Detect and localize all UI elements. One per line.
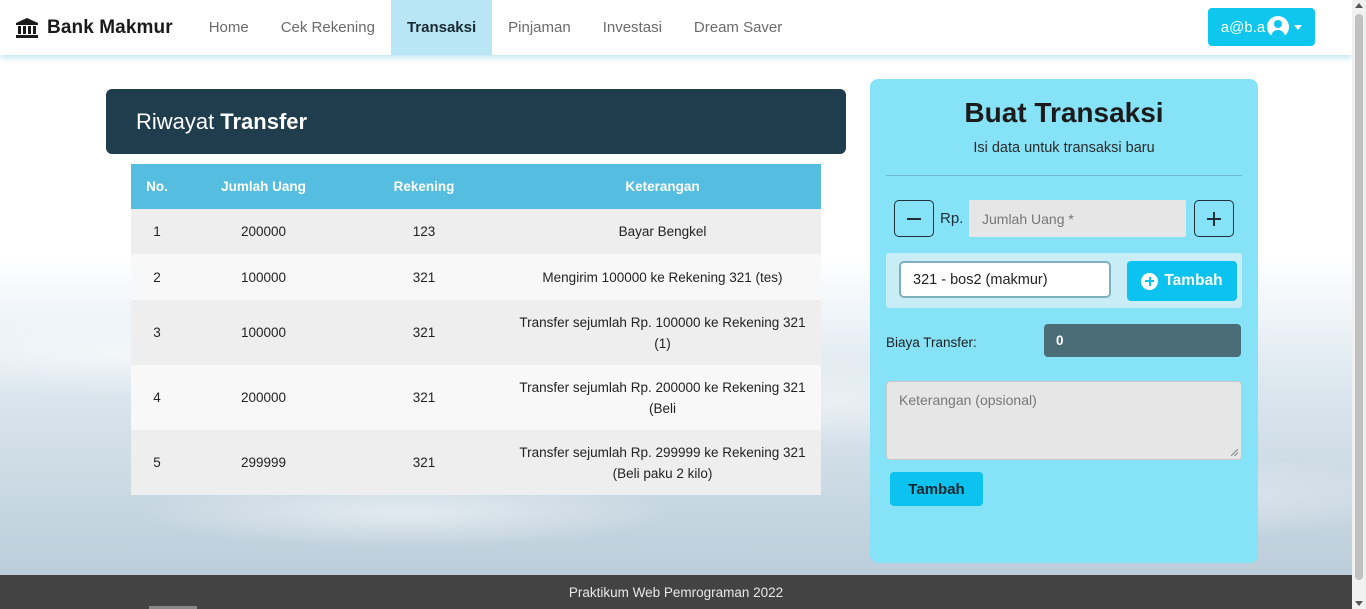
account-selected-value: 321 - bos2 (makmur) — [913, 271, 1048, 288]
resize-handle-icon[interactable] — [1231, 449, 1238, 456]
plus-circle-icon — [1141, 272, 1159, 290]
scroll-up-icon[interactable] — [1355, 3, 1363, 8]
user-email: a@b.a — [1220, 18, 1266, 36]
table-row: 1 200000 123 Bayar Bengkel — [131, 209, 821, 254]
submit-transaction-button[interactable]: Tambah — [890, 472, 983, 506]
cell-account: 123 — [344, 209, 504, 254]
cell-no: 3 — [131, 300, 183, 365]
cell-no: 2 — [131, 254, 183, 300]
transfer-history-table: No. Jumlah Uang Rekening Keterangan 1 20… — [131, 164, 821, 495]
cell-amount: 100000 — [183, 300, 344, 365]
cell-note: Transfer sejumlah Rp. 100000 ke Rekening… — [504, 300, 821, 365]
main-nav: Home Cek Rekening Transaksi Pinjaman Inv… — [193, 0, 799, 55]
add-account-label: Tambah — [1164, 272, 1223, 289]
nav-item-dream-saver[interactable]: Dream Saver — [678, 0, 798, 55]
decrease-amount-button[interactable] — [894, 200, 934, 237]
table-row: 2 100000 321 Mengirim 100000 ke Rekening… — [131, 254, 821, 300]
note-placeholder: Keterangan (opsional) — [899, 392, 1037, 408]
cell-amount: 100000 — [183, 254, 344, 300]
cell-account: 321 — [344, 300, 504, 365]
increase-amount-button[interactable] — [1194, 200, 1234, 237]
plus-icon-vertical — [1213, 211, 1215, 226]
amount-placeholder: Jumlah Uang * — [982, 210, 1074, 227]
brand[interactable]: Bank Makmur — [16, 0, 173, 55]
currency-label: Rp. — [940, 210, 964, 227]
table-row: 4 200000 321 Transfer sejumlah Rp. 20000… — [131, 365, 821, 430]
chevron-down-icon — [1294, 24, 1303, 30]
cell-no: 4 — [131, 365, 183, 430]
cell-no: 5 — [131, 430, 183, 495]
cell-account: 321 — [344, 365, 504, 430]
history-title-light: Riwayat — [136, 108, 215, 134]
column-header-no: No. — [131, 164, 183, 209]
cell-account: 321 — [344, 254, 504, 300]
history-header: Riwayat Transfer — [106, 89, 846, 154]
history-title-bold: Transfer — [220, 108, 308, 134]
cell-no: 1 — [131, 209, 183, 254]
user-menu-button[interactable]: a@b.a — [1208, 8, 1315, 46]
cell-note: Transfer sejumlah Rp. 200000 ke Rekening… — [504, 365, 821, 430]
submit-label: Tambah — [908, 480, 965, 498]
brand-name: Bank Makmur — [47, 16, 173, 38]
cell-note: Transfer sejumlah Rp. 299999 ke Rekening… — [504, 430, 821, 495]
table-row: 5 299999 321 Transfer sejumlah Rp. 29999… — [131, 430, 821, 495]
cell-amount: 299999 — [183, 430, 344, 495]
form-subtitle: Isi data untuk transaksi baru — [973, 140, 1155, 156]
account-select[interactable]: 321 - bos2 (makmur) — [899, 261, 1111, 298]
cell-amount: 200000 — [183, 365, 344, 430]
form-divider — [886, 175, 1242, 176]
fee-label: Biaya Transfer: — [886, 335, 977, 350]
minus-icon — [907, 217, 921, 220]
user-circle-icon — [1267, 16, 1290, 38]
table-row: 3 100000 321 Transfer sejumlah Rp. 10000… — [131, 300, 821, 365]
column-header-amount: Jumlah Uang — [183, 164, 344, 209]
cell-note: Bayar Bengkel — [504, 209, 821, 254]
scroll-down-icon[interactable] — [1355, 601, 1363, 606]
nav-item-investasi[interactable]: Investasi — [587, 0, 678, 55]
amount-input[interactable]: Jumlah Uang * — [969, 200, 1186, 237]
add-account-button[interactable]: Tambah — [1127, 261, 1237, 301]
column-header-account: Rekening — [344, 164, 504, 209]
account-select-row: 321 - bos2 (makmur) Tambah — [886, 253, 1242, 308]
bank-icon — [16, 17, 38, 38]
cell-amount: 200000 — [183, 209, 344, 254]
table-header-row: No. Jumlah Uang Rekening Keterangan — [131, 164, 821, 209]
nav-item-transaksi[interactable]: Transaksi — [390, 0, 493, 55]
footer: Praktikum Web Pemrograman 2022 — [0, 575, 1352, 609]
fee-value-text: 0 — [1056, 333, 1064, 348]
scroll-thumb[interactable] — [1355, 14, 1363, 580]
navbar: Bank Makmur Home Cek Rekening Transaksi … — [0, 0, 1352, 55]
column-header-note: Keterangan — [504, 164, 821, 209]
form-title: Buat Transaksi — [964, 97, 1164, 128]
page-scrollbar[interactable] — [1352, 0, 1366, 609]
fee-value: 0 — [1044, 324, 1241, 357]
nav-item-home[interactable]: Home — [193, 0, 265, 55]
nav-item-cek-rekening[interactable]: Cek Rekening — [265, 0, 391, 55]
cell-account: 321 — [344, 430, 504, 495]
note-textarea[interactable]: Keterangan (opsional) — [886, 381, 1242, 460]
footer-text: Praktikum Web Pemrograman 2022 — [568, 584, 784, 600]
cell-note: Mengirim 100000 ke Rekening 321 (tes) — [504, 254, 821, 300]
transaction-form-card: Buat Transaksi Isi data untuk transaksi … — [870, 79, 1258, 563]
nav-item-pinjaman[interactable]: Pinjaman — [492, 0, 587, 55]
